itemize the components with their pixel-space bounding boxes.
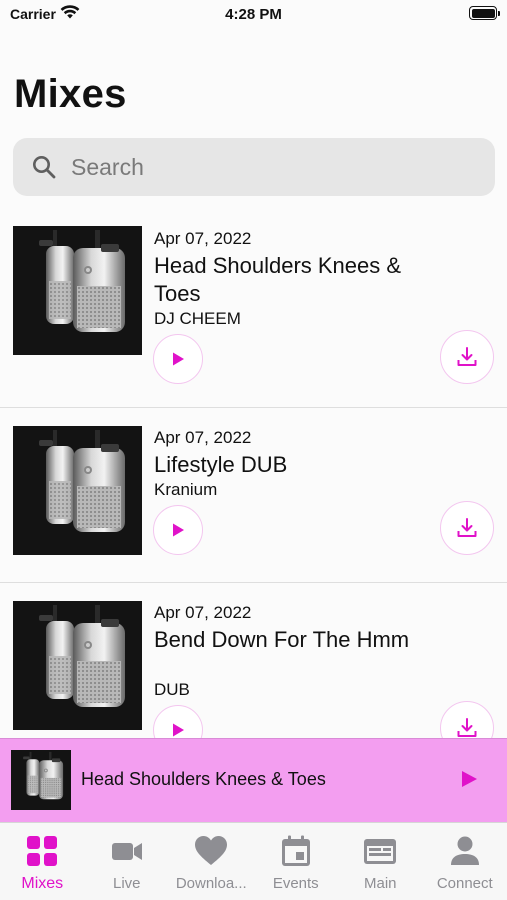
mix-artist: Kranium	[154, 480, 218, 499]
mix-artwork	[13, 601, 142, 730]
status-bar: Carrier 4:28 PM	[0, 0, 507, 28]
tab-events[interactable]: Events	[254, 823, 339, 900]
play-icon	[462, 771, 477, 787]
play-icon	[173, 723, 184, 737]
status-time: 4:28 PM	[225, 6, 282, 23]
download-icon	[457, 347, 477, 366]
mix-list-item[interactable]: Apr 07, 2022 Head Shoulders Knees & Toes…	[0, 212, 507, 408]
grid-icon	[26, 835, 58, 872]
mix-artist: DJ CHEEM	[154, 309, 241, 328]
download-icon	[457, 518, 477, 537]
now-playing-play-button[interactable]	[455, 765, 483, 793]
tab-label: Downloa...	[175, 875, 247, 892]
search-bar[interactable]	[13, 138, 495, 196]
mix-title: Lifestyle DUB	[154, 452, 288, 477]
tab-mixes[interactable]: Mixes	[0, 823, 85, 900]
mix-list-item[interactable]: Apr 07, 2022 Lifestyle DUB Kranium	[0, 408, 507, 583]
mix-artwork	[13, 426, 142, 555]
tab-downloads[interactable]: Downloa...	[169, 823, 254, 900]
play-icon	[173, 352, 184, 366]
video-camera-icon	[111, 835, 143, 872]
tab-bar: Mixes Live Downloa... Events Main Connec…	[0, 822, 507, 900]
play-icon	[173, 523, 184, 537]
tab-label: Mixes	[21, 875, 64, 892]
play-button[interactable]	[153, 505, 203, 555]
page-title: Mixes	[14, 72, 127, 116]
tab-main[interactable]: Main	[338, 823, 423, 900]
tab-label: Main	[363, 875, 397, 892]
tab-connect[interactable]: Connect	[423, 823, 507, 900]
mix-title: Bend Down For The Hmm	[154, 627, 410, 652]
mix-artist: DUB	[154, 680, 190, 699]
download-button[interactable]	[440, 330, 494, 384]
browser-window-icon	[363, 835, 397, 872]
mix-date: Apr 07, 2022	[154, 229, 252, 248]
tab-label: Live	[112, 875, 141, 892]
mix-list-item[interactable]: Apr 07, 2022 Bend Down For The Hmm DUB	[0, 583, 507, 738]
download-icon	[457, 718, 477, 737]
search-input[interactable]	[71, 150, 471, 184]
tab-live[interactable]: Live	[85, 823, 170, 900]
mix-artwork	[13, 226, 142, 355]
play-button[interactable]	[153, 334, 203, 384]
now-playing-artwork	[11, 750, 71, 810]
download-button[interactable]	[440, 701, 494, 738]
heart-icon	[194, 835, 228, 872]
mix-title: Head Shoulders Knees & Toes	[154, 253, 402, 306]
battery-icon	[469, 6, 500, 20]
search-icon	[31, 154, 57, 185]
mix-date: Apr 07, 2022	[154, 603, 252, 622]
tab-label: Connect	[436, 875, 493, 892]
calendar-icon	[281, 835, 311, 872]
person-icon	[450, 835, 480, 872]
download-button[interactable]	[440, 501, 494, 555]
play-button[interactable]	[153, 705, 203, 738]
now-playing-bar[interactable]: Head Shoulders Knees & Toes	[0, 738, 507, 822]
now-playing-title: Head Shoulders Knees & Toes	[81, 769, 326, 789]
tab-label: Events	[272, 875, 319, 892]
mix-date: Apr 07, 2022	[154, 428, 252, 447]
mix-list[interactable]: Apr 07, 2022 Head Shoulders Knees & Toes…	[0, 212, 507, 738]
